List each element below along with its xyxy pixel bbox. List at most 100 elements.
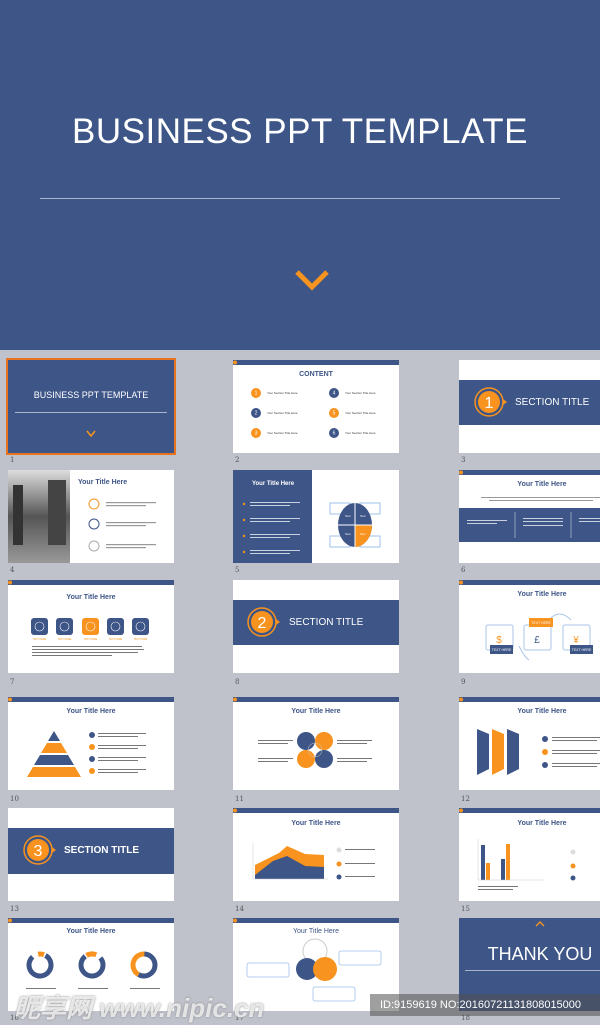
slide-thumb-15[interactable]: Your Title Here	[459, 808, 600, 901]
slide-thumb-1[interactable]: BUSINESS PPT TEMPLATE	[6, 358, 176, 455]
slide-title: Your Title Here	[517, 481, 566, 488]
social-icons-slide: Your Title Here TEXT HERE TEXT HERE TEXT H…	[8, 580, 174, 656]
quadrant-label: Text	[345, 514, 351, 518]
icon-label: TEXT HERE	[84, 638, 98, 641]
chevron-up-icon	[535, 921, 545, 927]
bar-chart-slide: Your Title Here	[459, 808, 600, 890]
slide-number: 6	[461, 566, 466, 574]
section-title: SECTION TITLE	[515, 397, 590, 408]
slide-thumb-7[interactable]: Your Title Here TEXT HERE TEXT HERE TEXT H…	[8, 580, 174, 673]
slide-title: Your Title Here	[252, 481, 295, 487]
chevron-down-icon	[86, 430, 96, 438]
slide-title: Your Title Here	[517, 820, 566, 827]
main-slide-preview: BUSINESS PPT TEMPLATE	[0, 0, 600, 350]
item-label: Your Section Title Here	[345, 391, 376, 395]
watermark-logo: 昵享网 www.nipic.cn	[14, 993, 265, 1023]
slide-thumb-5[interactable]: Your Title Here Text Text Text Text	[233, 470, 399, 563]
bar	[486, 863, 490, 880]
slide-number: 1	[10, 456, 15, 464]
content-slide: CONTENT 1 Your Section Title Here 2 Your S…	[233, 360, 399, 438]
slide-number: 2	[235, 456, 240, 464]
social-icon	[132, 618, 149, 635]
slide-title: Your Title Here	[291, 820, 340, 827]
area-chart-slide: Your Title Here	[233, 808, 399, 880]
slide-thumb-3[interactable]: 1 SECTION TITLE	[459, 360, 600, 453]
slide-title: Your Title Here	[517, 708, 566, 715]
yen-icon: ¥	[572, 635, 579, 646]
slide-title: Your Title Here	[66, 928, 115, 935]
slide-number: 8	[235, 678, 240, 686]
slide-number: 14	[235, 905, 244, 913]
slide-title: Your Title Here	[66, 594, 115, 601]
slide-number: 5	[235, 566, 240, 574]
slide-number: 11	[235, 795, 244, 803]
bar	[506, 844, 510, 880]
text-label: TEXT HERE	[492, 648, 512, 652]
item-number: 2	[255, 411, 258, 417]
slide-number: 4	[10, 566, 15, 574]
icon-label: TEXT HERE	[109, 638, 123, 641]
divider	[40, 198, 560, 199]
item-number: 6	[333, 431, 336, 437]
slide-number: 9	[461, 678, 466, 686]
slide-thumb-11[interactable]: Your Title Here	[233, 697, 399, 790]
item-label: Your Section Title Here	[267, 391, 298, 395]
currency-slide: Your Title Here $ £ ¥ TEXT HERE TEXT HERE TE…	[459, 580, 600, 661]
section-number: 1	[485, 395, 494, 412]
slide-title: Your Title Here	[78, 479, 127, 486]
four-circles-slide: Your Title Here	[233, 697, 399, 768]
text-columns-slide: Your Title Here	[459, 470, 600, 542]
slide-number: 7	[10, 678, 15, 686]
facebook-icon	[31, 618, 48, 635]
slide-thumb-8[interactable]: 2 SECTION TITLE	[233, 580, 399, 673]
slide-title: THANK YOU	[488, 944, 593, 964]
item-number: 1	[255, 391, 258, 397]
bar	[501, 859, 505, 880]
slide-title: Your Title Here	[66, 708, 115, 715]
item-label: Your Section Title Here	[267, 431, 298, 435]
section-slide: 1 SECTION TITLE	[459, 380, 600, 425]
slide-thumb-9[interactable]: Your Title Here $ £ ¥ TEXT HERE TEXT HERE TE…	[459, 580, 600, 673]
section-title: SECTION TITLE	[64, 845, 139, 856]
item-number: 3	[255, 431, 258, 437]
slide-thumb-4[interactable]: Your Title Here	[8, 470, 174, 563]
slide-thumb-14[interactable]: Your Title Here	[233, 808, 399, 901]
slide-number: 10	[10, 795, 19, 803]
chevron-down-icon	[295, 270, 329, 291]
slide-thumb-12[interactable]: Your Title Here	[459, 697, 600, 790]
slide-title: Your Title Here	[293, 928, 339, 935]
icon-label: TEXT HERE	[58, 638, 72, 641]
slide-number: 3	[461, 456, 466, 464]
slide-thumb-6[interactable]: Your Title Here	[459, 470, 600, 563]
pound-icon: £	[534, 635, 540, 646]
item-number: 5	[333, 411, 336, 417]
slide-title: Your Title Here	[291, 708, 340, 715]
social-icon	[82, 618, 99, 635]
social-icon	[107, 618, 124, 635]
section-number: 2	[258, 615, 267, 632]
icon-label: TEXT HERE	[134, 638, 148, 641]
item-label: Your Section Title Here	[267, 411, 298, 415]
item-number: 4	[333, 391, 336, 397]
quadrant-label: Text	[360, 532, 366, 536]
section-title: SECTION TITLE	[289, 617, 364, 628]
main-slide-title: BUSINESS PPT TEMPLATE	[72, 112, 528, 151]
item-label: Your Section Title Here	[345, 411, 376, 415]
section-slide: 2 SECTION TITLE	[233, 600, 399, 645]
title-slide: Your Title Here	[8, 470, 156, 563]
twitter-icon	[56, 618, 73, 635]
slide-thumb-13[interactable]: 3 SECTION TITLE	[8, 808, 174, 901]
section-number: 3	[34, 843, 43, 860]
pyramid-slide: Your Title Here	[8, 697, 174, 777]
slide-number: 13	[10, 905, 19, 913]
text-label: TEXT HERE	[531, 621, 551, 625]
watermark-id: ID:9159619 NO:20160721131808015000	[370, 994, 600, 1016]
dollar-icon: $	[496, 635, 502, 646]
quadrant-slide: Your Title Here Text Text Text Text	[233, 470, 381, 563]
slide-thumb-10[interactable]: Your Title Here	[8, 697, 174, 790]
slide-title: CONTENT	[299, 371, 334, 378]
quadrant-label: Text	[360, 514, 366, 518]
slide-title: BUSINESS PPT TEMPLATE	[33, 390, 149, 400]
slide-thumb-2[interactable]: CONTENT 1 Your Section Title Here 2 Your S…	[233, 360, 399, 453]
text-label: TEXT HERE	[572, 648, 592, 652]
